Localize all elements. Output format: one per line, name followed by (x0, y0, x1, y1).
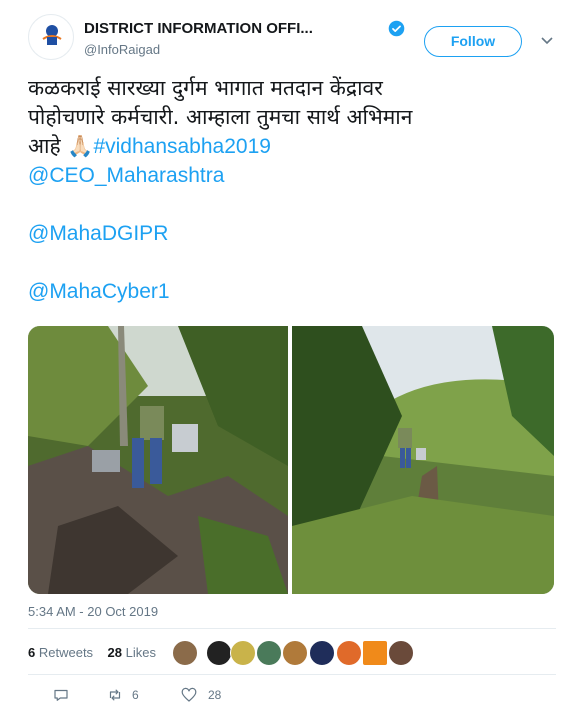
liker-avatar[interactable] (256, 640, 282, 666)
retweet-button[interactable]: 6 (106, 686, 139, 704)
author-name[interactable]: DISTRICT INFORMATION OFFI... (84, 20, 313, 37)
author-handle[interactable]: @InfoRaigad (84, 42, 160, 57)
liker-avatar[interactable] (362, 640, 388, 666)
chevron-down-icon[interactable] (540, 34, 554, 48)
divider (28, 674, 556, 675)
retweets-count[interactable]: 6 (28, 645, 35, 660)
photo-hikers-rocks[interactable] (28, 326, 288, 594)
verified-badge-icon (388, 20, 405, 37)
liker-avatar[interactable] (336, 640, 362, 666)
tweet-timestamp[interactable]: 5:34 AM - 20 Oct 2019 (28, 604, 158, 619)
heart-icon (181, 687, 197, 702)
mention-link[interactable]: @CEO_Maharashtra (28, 161, 548, 190)
tweet-media[interactable] (28, 326, 554, 594)
author-avatar[interactable] (28, 14, 74, 60)
tweet-text-line: आहे 🙏🏻#vidhansabha2019 (28, 132, 548, 161)
mention-link[interactable]: @MahaDGIPR (28, 219, 548, 248)
retweet-icon (109, 689, 121, 701)
tweet-stats: 6 Retweets 28 Likes (28, 645, 156, 660)
likes-label[interactable]: Likes (126, 645, 156, 660)
likes-count[interactable]: 28 (108, 645, 122, 660)
mention-link[interactable]: @MahaCyber1 (28, 277, 548, 306)
retweets-label[interactable]: Retweets (39, 645, 93, 660)
retweet-action-count: 6 (132, 688, 139, 702)
liker-avatar[interactable] (388, 640, 414, 666)
reply-button[interactable] (52, 686, 70, 704)
avatar-emblem-icon (42, 25, 62, 45)
liker-avatar[interactable] (309, 640, 335, 666)
reply-icon (54, 689, 68, 701)
tweet-text-line: कळकराई सारख्या दुर्गम भागात मतदान केंद्र… (28, 76, 383, 100)
liker-avatar[interactable] (206, 640, 232, 666)
liker-avatar[interactable] (172, 640, 198, 666)
liker-avatar[interactable] (282, 640, 308, 666)
photo-trail-path[interactable] (292, 326, 554, 594)
liker-avatar[interactable] (230, 640, 256, 666)
tweet-header: DISTRICT INFORMATION OFFI... @InfoRaigad… (28, 14, 556, 64)
tweet-text-fragment: आहे 🙏🏻 (28, 134, 94, 158)
divider (28, 628, 556, 629)
tweet-body: कळकराई सारख्या दुर्गम भागात मतदान केंद्र… (28, 74, 548, 306)
tweet-text-line: पोहोचणारे कर्मचारी. आम्हाला तुमचा सार्थ … (28, 105, 413, 129)
follow-button[interactable]: Follow (424, 26, 522, 57)
like-action-count: 28 (208, 688, 222, 702)
hashtag-link[interactable]: #vidhansabha2019 (93, 135, 271, 158)
like-button[interactable]: 28 (180, 686, 221, 704)
